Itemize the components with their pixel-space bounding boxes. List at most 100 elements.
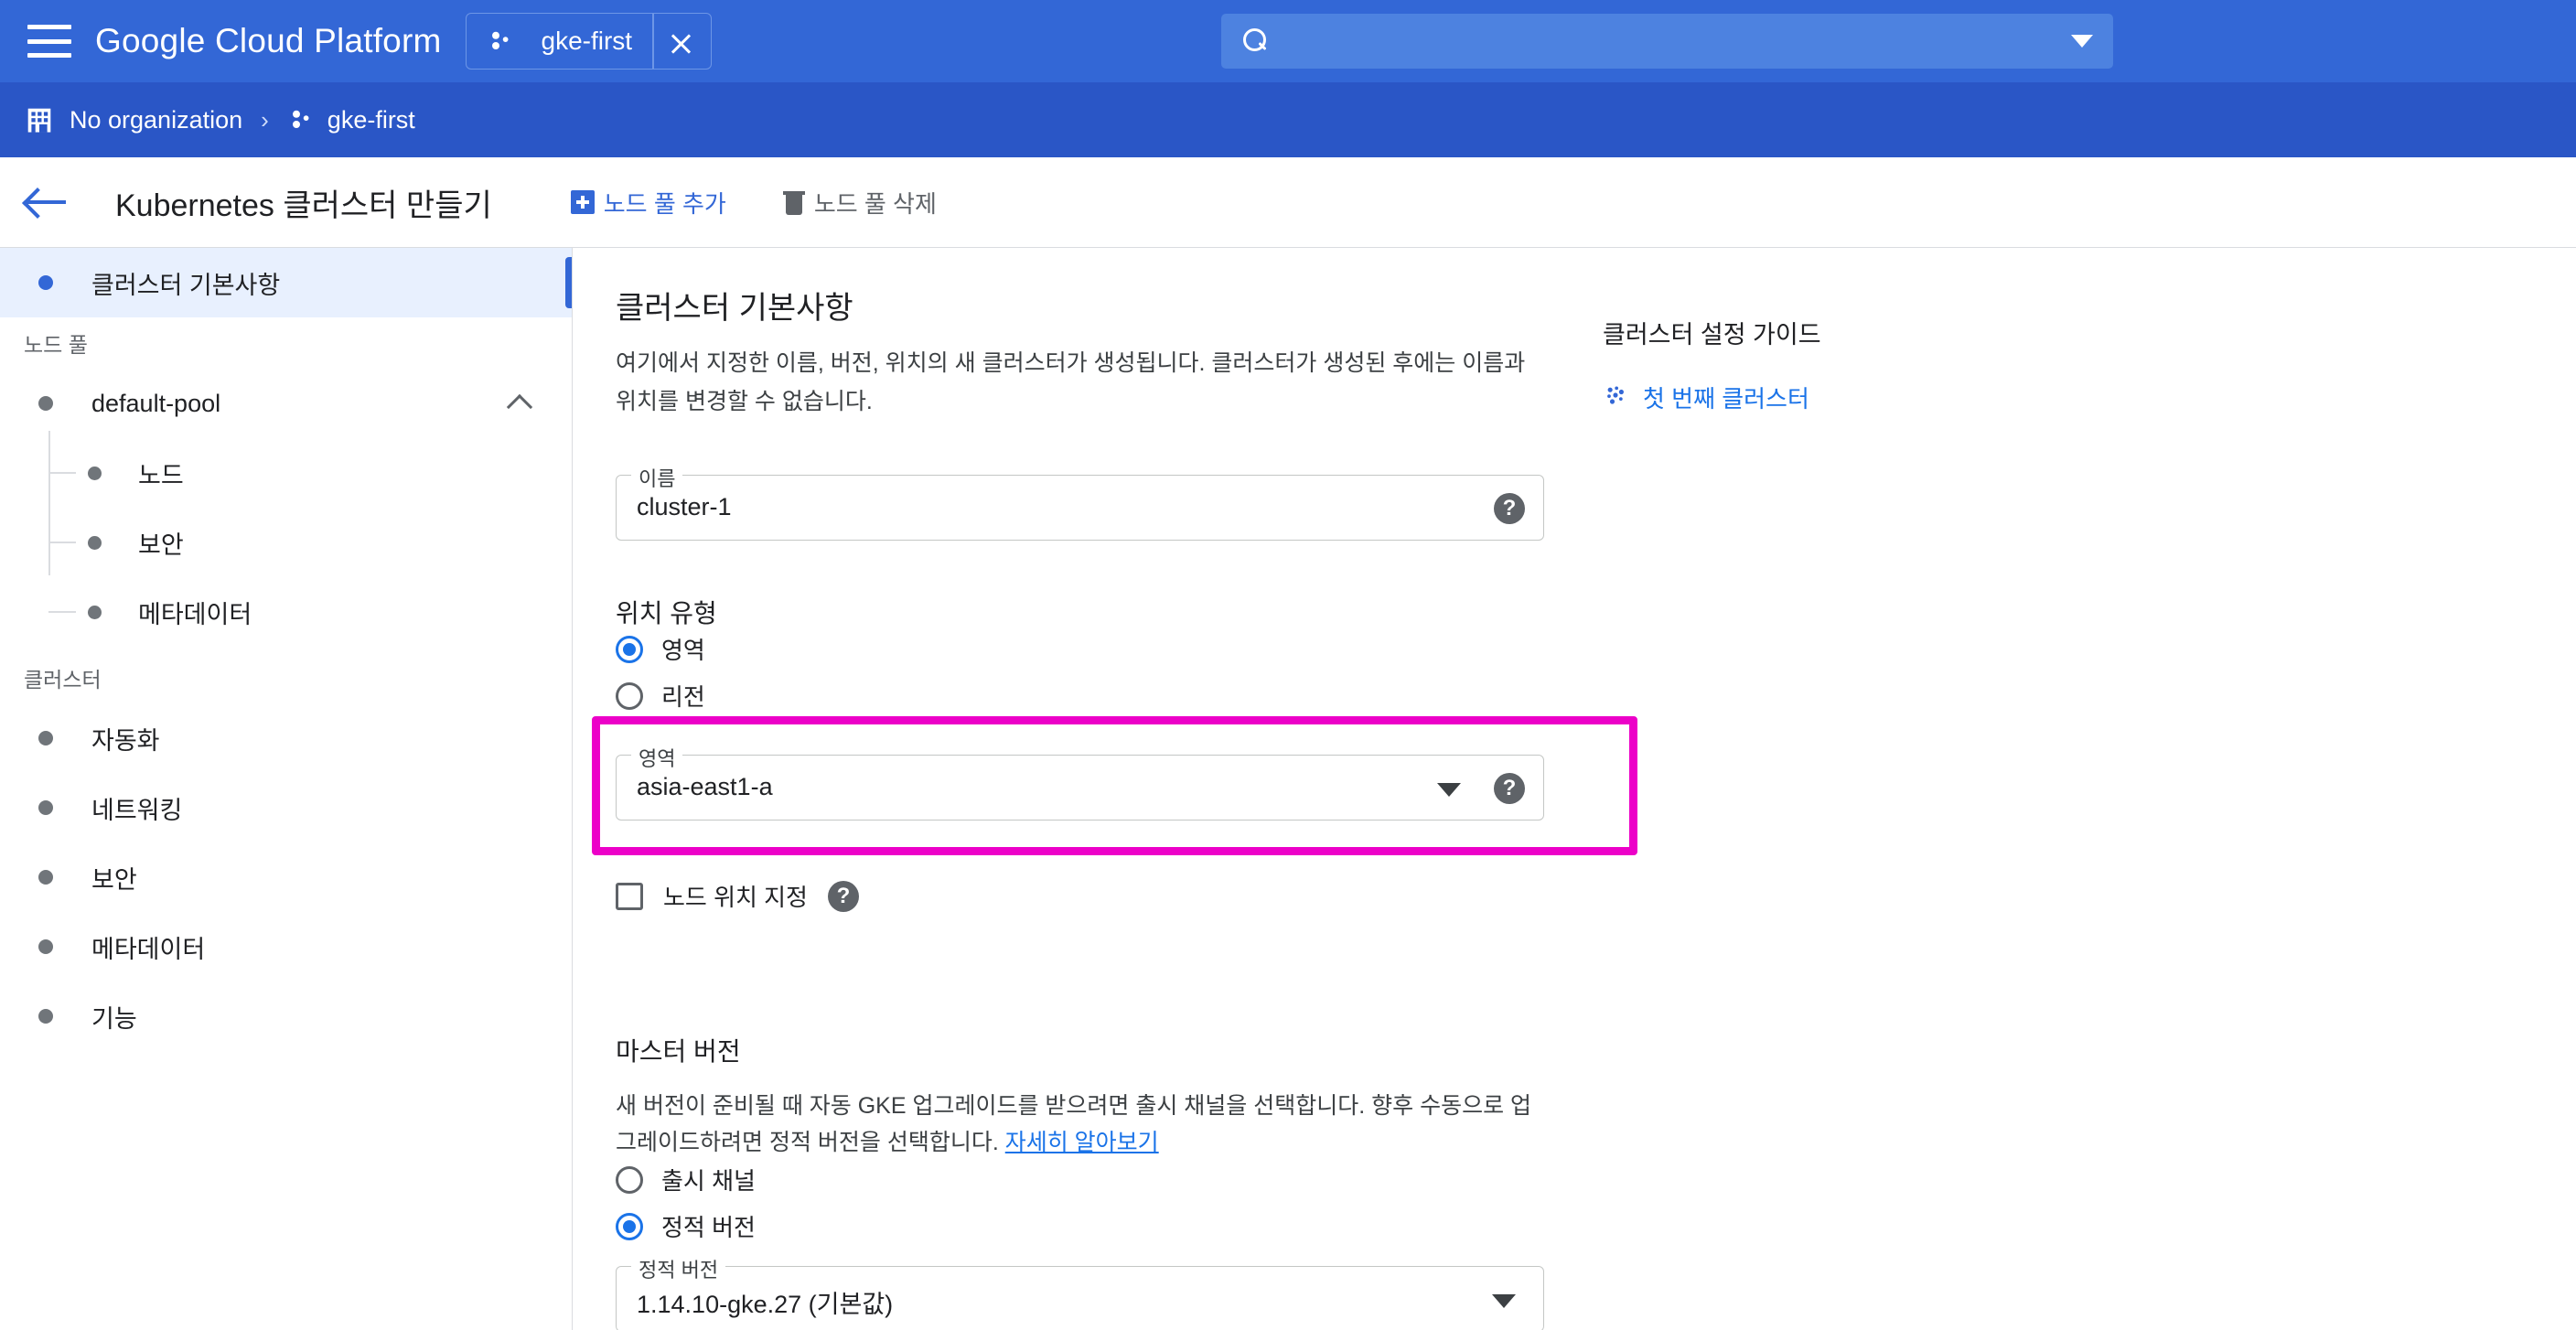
sidebar-item-label: 메타데이터 [91, 935, 206, 963]
project-dots-icon [1603, 382, 1628, 413]
sidebar-item-label: 자동화 [91, 726, 160, 755]
master-version-description: 새 버전이 준비될 때 자동 GKE 업그레이드를 받으려면 출시 채널을 선택… [616, 1088, 1549, 1161]
help-circle-icon[interactable]: ? [1494, 773, 1525, 804]
sidebar-pool-children: 노드 보안 메타데이터 [0, 431, 572, 647]
sidebar-subitem-label: 메타데이터 [138, 600, 252, 628]
step-bullet-icon [38, 396, 53, 411]
release-channel-option[interactable]: 출시 채널 [616, 1163, 756, 1196]
step-bullet-icon [38, 870, 53, 885]
cluster-name-field[interactable]: 이름 cluster-1 ? [616, 463, 1544, 541]
caret-down-icon[interactable] [2071, 35, 2093, 48]
project-dots-icon [287, 106, 315, 134]
caret-down-icon[interactable] [1437, 783, 1461, 797]
trash-icon [782, 189, 805, 215]
step-bullet-icon [38, 939, 53, 954]
project-chip-main[interactable]: gke-first [467, 14, 653, 69]
section-description: 여기에서 지정한 이름, 버전, 위치의 새 클러스터가 생성됩니다. 클러스터… [616, 350, 1526, 414]
sidebar-item-label: 기능 [91, 1004, 137, 1033]
node-locations-row[interactable]: 노드 위치 지정 ? [616, 879, 859, 913]
sidebar-item-metadata[interactable]: 메타데이터 [0, 912, 572, 981]
organization-building-icon [26, 105, 53, 134]
delete-node-pool-button[interactable]: 노드 풀 삭제 [782, 186, 937, 220]
hamburger-menu-icon[interactable] [27, 25, 71, 58]
radio-selected-icon[interactable] [616, 635, 643, 663]
project-chip-label: gke-first [541, 27, 633, 55]
caret-down-icon[interactable] [1492, 1294, 1516, 1308]
master-version-heading: 마스터 버전 [616, 1037, 741, 1066]
page-header: Kubernetes 클러스터 만들기 노드 풀 추가 노드 풀 삭제 [0, 157, 2576, 247]
static-version-field-label: 정적 버전 [631, 1254, 726, 1283]
step-bullet-icon [88, 605, 102, 619]
cluster-name-label: 이름 [631, 463, 683, 492]
step-bullet-icon [88, 535, 102, 550]
sidebar-section-cluster: 클러스터 [24, 668, 102, 692]
delete-node-pool-label: 노드 풀 삭제 [813, 189, 937, 218]
zone-value: asia-east1-a [637, 773, 773, 800]
search-icon [1241, 27, 1269, 55]
breadcrumb-separator: › [261, 105, 269, 134]
sidebar-item-label: 네트워킹 [91, 796, 183, 824]
help-circle-icon[interactable]: ? [1494, 493, 1525, 524]
radio-unselected-icon[interactable] [616, 1165, 643, 1194]
sidebar-item-default-pool[interactable]: default-pool [0, 369, 572, 438]
wizard-sidebar: 클러스터 기본사항 노드 풀 default-pool 노드 보안 메타데이터 … [0, 248, 573, 1330]
cluster-name-value: cluster-1 [637, 493, 732, 520]
location-type-zonal-option[interactable]: 영역 [616, 632, 705, 666]
node-locations-label: 노드 위치 지정 [663, 884, 808, 911]
sidebar-item-cluster-basics[interactable]: 클러스터 기본사항 [0, 248, 572, 317]
first-cluster-link[interactable]: 첫 번째 클러스터 [1603, 381, 1809, 414]
help-circle-icon[interactable]: ? [827, 880, 859, 912]
chevron-up-icon[interactable] [508, 394, 531, 409]
sidebar-item-automation[interactable]: 자동화 [0, 703, 572, 773]
zone-label: 영역 [631, 743, 683, 772]
step-bullet-icon [38, 1009, 53, 1024]
sidebar-item-security[interactable]: 보안 [0, 842, 572, 912]
sidebar-item-pool-metadata[interactable]: 메타데이터 [0, 577, 572, 647]
static-version-field-value: 1.14.10-gke.27 (기본값) [637, 1291, 894, 1318]
section-title: 클러스터 기본사항 [616, 291, 853, 326]
project-chip[interactable]: gke-first [465, 13, 712, 70]
breadcrumb: No organization › gke-first [0, 82, 2576, 157]
radio-selected-icon[interactable] [616, 1212, 643, 1240]
sidebar-subitem-label: 보안 [138, 531, 184, 559]
search-bar[interactable] [1221, 14, 2113, 69]
search-input[interactable] [1269, 27, 2071, 56]
radio-unselected-icon[interactable] [616, 681, 643, 710]
sidebar-item-nodes[interactable]: 노드 [0, 438, 572, 508]
node-locations-checkbox[interactable] [616, 882, 643, 910]
step-bullet-icon [38, 275, 53, 290]
plus-square-icon [570, 190, 595, 214]
top-app-bar: Google Cloud Platform gke-first [0, 0, 2576, 82]
step-bullet-icon [38, 800, 53, 815]
location-type-heading: 위치 유형 [616, 599, 717, 627]
back-arrow-icon[interactable] [26, 184, 73, 220]
expand-collapse-chevrons-icon[interactable] [654, 14, 711, 69]
sidebar-item-pool-security[interactable]: 보안 [0, 508, 572, 577]
release-channel-label: 출시 채널 [661, 1167, 756, 1195]
first-cluster-link-label: 첫 번째 클러스터 [1643, 385, 1809, 413]
add-node-pool-button[interactable]: 노드 풀 추가 [570, 186, 726, 220]
static-version-field[interactable]: 정적 버전 1.14.10-gke.27 (기본값) [616, 1254, 1544, 1330]
sidebar-item-networking[interactable]: 네트워킹 [0, 773, 572, 842]
sidebar-section-node-pool: 노드 풀 [24, 333, 88, 357]
step-bullet-icon [88, 466, 102, 480]
project-dots-icon [487, 27, 514, 55]
static-version-label: 정적 버전 [661, 1214, 756, 1241]
guide-title: 클러스터 설정 가이드 [1603, 321, 1821, 349]
main-content: 클러스터 기본사항 여기에서 지정한 이름, 버전, 위치의 새 클러스터가 생… [574, 248, 2576, 1330]
location-type-regional-label: 리전 [661, 683, 705, 711]
add-node-pool-label: 노드 풀 추가 [603, 189, 726, 218]
breadcrumb-organization[interactable]: No organization [70, 106, 242, 134]
sidebar-subitem-label: 노드 [138, 461, 184, 489]
sidebar-item-label: 보안 [91, 865, 137, 894]
breadcrumb-project[interactable]: gke-first [327, 106, 415, 134]
sidebar-item-features[interactable]: 기능 [0, 981, 572, 1051]
step-bullet-icon [38, 731, 53, 745]
zone-field[interactable]: 영역 asia-east1-a ? [616, 743, 1544, 821]
location-type-regional-option[interactable]: 리전 [616, 679, 705, 713]
page-title: Kubernetes 클러스터 만들기 [115, 188, 492, 223]
sidebar-pool-label: default-pool [91, 389, 221, 417]
location-type-zonal-label: 영역 [661, 637, 705, 664]
static-version-option[interactable]: 정적 버전 [616, 1209, 756, 1243]
learn-more-link[interactable]: 자세히 알아보기 [1005, 1130, 1159, 1155]
